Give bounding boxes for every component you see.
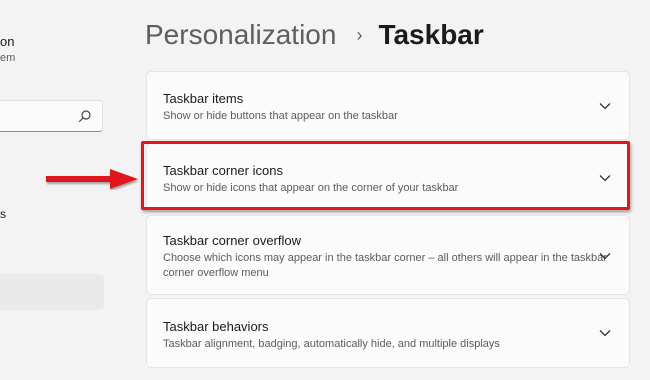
card-description: Show or hide icons that appear on the co… bbox=[163, 182, 459, 194]
breadcrumb-separator: › bbox=[356, 25, 363, 45]
search-input[interactable] bbox=[0, 100, 103, 132]
setting-card-taskbar-corner-overflow[interactable]: Taskbar corner overflow Choose which ico… bbox=[146, 215, 630, 295]
card-title: Taskbar corner overflow bbox=[163, 233, 301, 248]
card-title: Taskbar items bbox=[163, 91, 244, 106]
page-title: Taskbar bbox=[378, 19, 484, 50]
sidebar: on em s bbox=[0, 0, 120, 380]
card-description: Show or hide buttons that appear on the … bbox=[163, 110, 398, 122]
chevron-down-icon[interactable] bbox=[599, 174, 611, 182]
setting-card-taskbar-items[interactable]: Taskbar items Show or hide buttons that … bbox=[146, 71, 630, 140]
card-description: Taskbar alignment, badging, automaticall… bbox=[163, 338, 500, 350]
sidebar-item-selected[interactable] bbox=[0, 274, 104, 310]
sidebar-item-fragment[interactable]: s bbox=[0, 207, 6, 221]
search-icon bbox=[78, 110, 91, 123]
profile-email: em bbox=[0, 52, 16, 64]
card-description: Choose which icons may appear in the tas… bbox=[163, 252, 607, 279]
profile-name: on bbox=[0, 34, 15, 49]
breadcrumb: Personalization › Taskbar bbox=[145, 17, 484, 53]
chevron-down-icon[interactable] bbox=[599, 102, 611, 110]
card-title: Taskbar corner icons bbox=[163, 163, 283, 178]
setting-card-taskbar-corner-icons[interactable]: Taskbar corner icons Show or hide icons … bbox=[146, 143, 630, 212]
breadcrumb-parent[interactable]: Personalization bbox=[145, 17, 336, 53]
chevron-down-icon[interactable] bbox=[599, 252, 611, 260]
red-arrow-icon bbox=[46, 169, 138, 189]
setting-card-taskbar-behaviors[interactable]: Taskbar behaviors Taskbar alignment, bad… bbox=[146, 298, 630, 368]
card-title: Taskbar behaviors bbox=[163, 319, 269, 334]
chevron-down-icon[interactable] bbox=[599, 329, 611, 337]
